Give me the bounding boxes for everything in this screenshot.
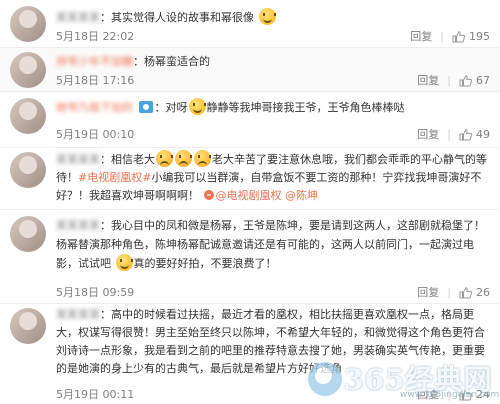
thumbs-up-icon[interactable] <box>452 31 465 43</box>
cry-emoji-icon <box>194 150 211 167</box>
comment-meta: 5月18日 17:16 回复 | 67 <box>56 72 490 88</box>
avatar[interactable] <box>10 308 46 344</box>
comment-body: 某某某某：我心目中的凤和微是杨幂，王爷是陈坤，要是请到这两人，这部剧就稳堡了！杨… <box>56 219 485 271</box>
comment-body: 某某某某：相信老大 老大辛苦了要注意休息哦，我们都会乖乖的平心静气的等待！#电视剧… <box>56 150 490 205</box>
comment-username[interactable]: 某某某某 <box>56 308 100 321</box>
action-divider: | <box>447 127 451 141</box>
comment-text: 相信老大 <box>111 153 155 166</box>
thumbs-up-icon[interactable] <box>459 389 472 401</box>
cry-emoji-icon <box>175 150 192 167</box>
comment-item: 某某某某：相信老大 老大辛苦了要注意休息哦，我们都会乖乖的平心静气的等待！#电视剧… <box>0 148 500 210</box>
comment-text: 其实觉得人设的故事和幂很像 <box>111 11 254 24</box>
comment-item: 某某某某：我心目中的凤和微是杨幂，王爷是陈坤，要是请到这两人，这部剧就稳堡了！杨… <box>0 210 500 304</box>
reply-link[interactable]: 回复 <box>417 126 439 142</box>
comment-text: 高中的时候看过扶摇，最近才看的凰权，相比扶摇更喜欢凰权一点，格局更大，权谋写得很… <box>56 308 485 375</box>
action-divider: | <box>440 29 444 43</box>
mention-link[interactable]: @电视剧凰权 <box>203 189 282 202</box>
comment-item: 她爷乃我下加的 ：对呀 静静等我坤哥接我王爷，王爷角色棒棒哒 5月19日 00:1… <box>0 92 500 148</box>
comment-item: 帅爷少年不加糖：杨幂蛮适合的 5月18日 17:16 回复 | 67 <box>0 48 500 92</box>
reply-link[interactable]: 回复 <box>417 72 439 88</box>
action-divider: | <box>447 285 451 299</box>
comment-username[interactable]: 帅爷少年不加糖 <box>56 55 133 68</box>
reply-link[interactable]: 回复 <box>417 386 439 402</box>
comment-actions: 回复 | 49 <box>417 126 490 142</box>
reply-link[interactable]: 回复 <box>417 284 439 300</box>
thumbs-up-icon[interactable] <box>459 75 472 87</box>
comment-text: 杨幂蛮适合的 <box>144 55 210 68</box>
comment-actions: 回复 | 195 <box>410 28 490 44</box>
action-divider: | <box>447 387 451 401</box>
reply-link[interactable]: 回复 <box>410 28 432 44</box>
like-count: 67 <box>476 73 490 87</box>
avatar[interactable] <box>10 216 46 252</box>
comment-body: 帅爷少年不加糖：杨幂蛮适合的 <box>56 55 210 68</box>
comment-body: 她爷乃我下加的 ：对呀 静静等我坤哥接我王爷，王爷角色棒棒哒 <box>56 98 490 117</box>
comment-time: 5月18日 09:59 <box>56 286 135 299</box>
comment-time: 5月19日 00:11 <box>56 388 135 401</box>
like-count: 24 <box>476 387 490 401</box>
link-icon <box>203 190 214 200</box>
comment-time: 5月19日 00:10 <box>56 128 135 141</box>
comment-username[interactable]: 某某某某 <box>56 219 100 232</box>
comment-username[interactable]: 某某某某 <box>56 11 100 24</box>
comment-text: 真的要好好拍，不要浪费了！ <box>133 257 277 270</box>
like-count: 195 <box>469 29 490 43</box>
comment-actions: 回复 | 24 <box>417 386 490 402</box>
comment-body: 某某某某：高中的时候看过扶摇，最近才看的凰权，相比扶摇更喜欢凰权一点，格局更大，… <box>56 308 485 375</box>
comment-meta: 5月18日 22:02 回复 | 195 <box>56 28 490 44</box>
smile-emoji-icon <box>188 98 206 115</box>
comment-username[interactable]: 她爷乃我下加的 <box>56 101 133 114</box>
smile-emoji-icon <box>258 8 276 25</box>
avatar[interactable] <box>10 6 46 42</box>
topic-tag[interactable]: #电视剧凰权# <box>78 171 151 184</box>
like-count: 49 <box>476 127 490 141</box>
thumbs-up-icon[interactable] <box>459 129 472 141</box>
like-count: 26 <box>476 285 490 299</box>
smile-emoji-icon <box>115 254 133 271</box>
action-divider: | <box>447 73 451 87</box>
comment-text: 静静等我坤哥接我王爷，王爷角色棒棒哒 <box>206 101 405 114</box>
comment-text: 对呀 <box>165 101 188 114</box>
comment-meta: 5月18日 09:59 回复 | 26 <box>56 284 490 300</box>
comment-item: 某某某某：高中的时候看过扶摇，最近才看的凰权，相比扶摇更喜欢凰权一点，格局更大，… <box>0 304 500 404</box>
avatar[interactable] <box>10 98 46 134</box>
comment-meta: 5月19日 00:10 回复 | 49 <box>56 126 490 142</box>
camera-icon <box>138 101 153 113</box>
mention-link[interactable]: @陈坤 <box>285 189 318 202</box>
thumbs-up-icon[interactable] <box>459 287 472 299</box>
comment-time: 5月18日 22:02 <box>56 30 135 43</box>
comment-body: 某某某某：其实觉得人设的故事和幂很像 <box>56 8 490 27</box>
avatar[interactable] <box>10 52 46 88</box>
avatar[interactable] <box>10 152 46 188</box>
cry-emoji-icon <box>156 150 173 167</box>
comment-actions: 回复 | 67 <box>417 72 490 88</box>
comment-item: 某某某某：其实觉得人设的故事和幂很像 5月18日 22:02 回复 | 195 <box>0 0 500 48</box>
comment-meta: 5月19日 00:11 回复 | 24 <box>56 386 490 402</box>
comment-username[interactable]: 某某某某 <box>56 153 100 166</box>
comment-actions: 回复 | 26 <box>417 284 490 300</box>
comment-time: 5月18日 17:16 <box>56 74 135 87</box>
